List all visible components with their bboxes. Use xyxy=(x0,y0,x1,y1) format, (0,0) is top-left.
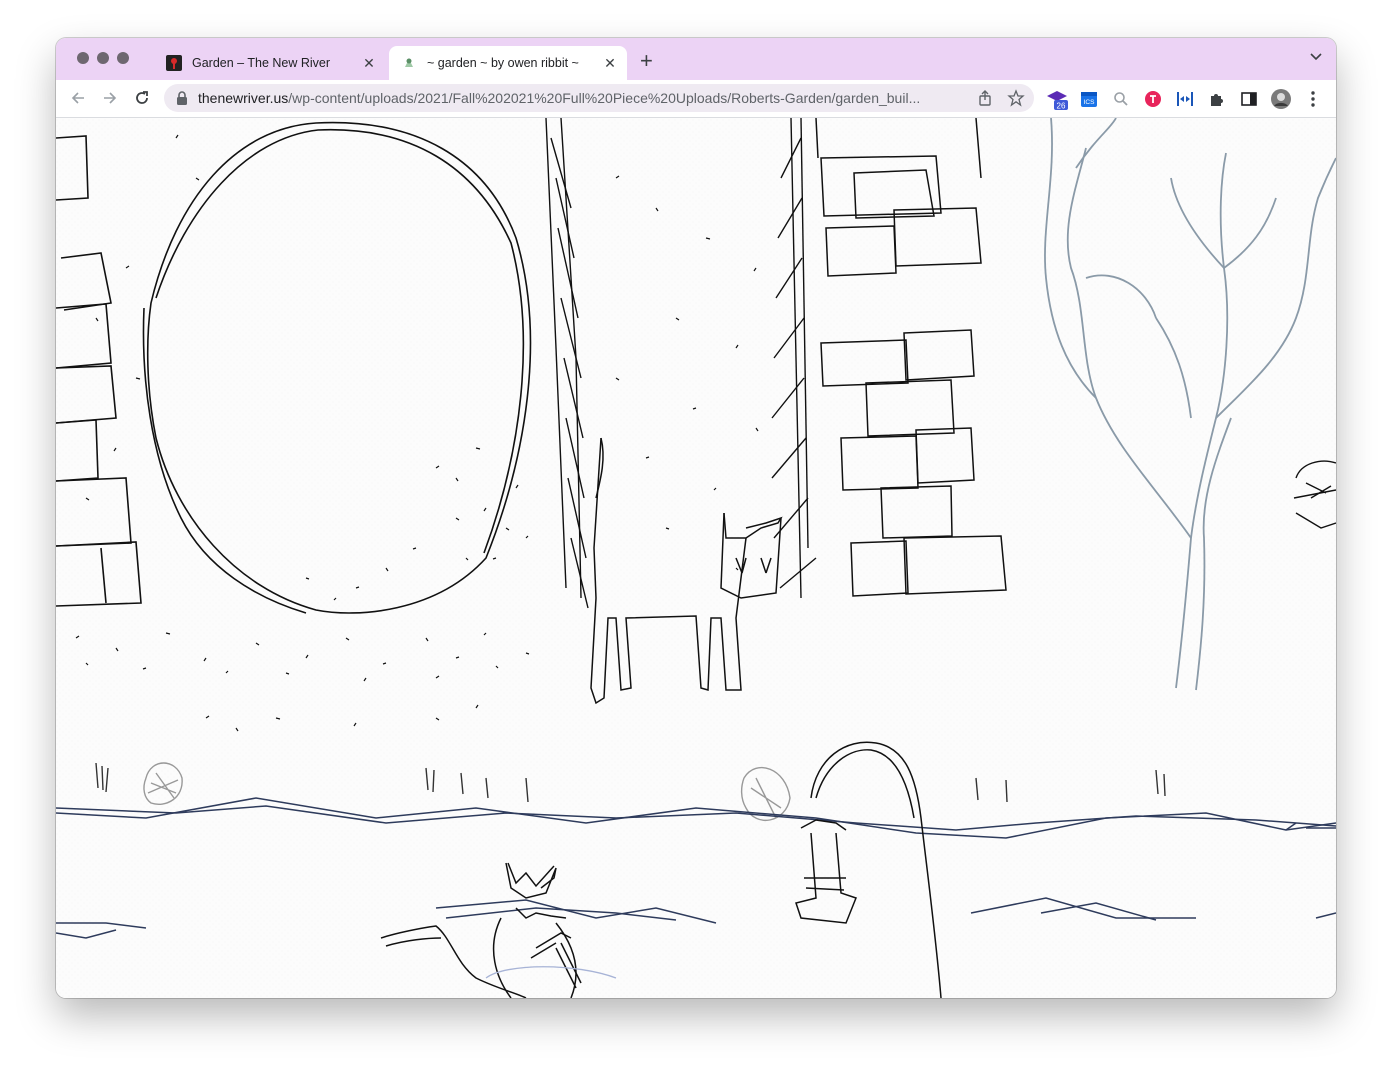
extension-icon xyxy=(1145,91,1161,107)
reload-button[interactable] xyxy=(130,86,154,110)
close-window-button[interactable] xyxy=(77,52,89,64)
extension-badge: 26 xyxy=(1057,102,1066,111)
chevron-down-icon xyxy=(1310,53,1322,61)
tab-garden-new-river[interactable]: Garden – The New River ✕ xyxy=(154,46,386,80)
back-button[interactable] xyxy=(66,86,90,110)
magnifier-icon xyxy=(1114,92,1128,106)
extension-graduation-button[interactable]: 26 xyxy=(1046,88,1068,110)
split-icon xyxy=(1177,92,1193,106)
forward-icon xyxy=(104,92,117,104)
new-river-favicon-icon xyxy=(166,55,182,71)
star-icon[interactable] xyxy=(1007,89,1025,107)
side-panel-button[interactable] xyxy=(1238,88,1260,110)
address-bar[interactable]: thenewriver.us/wp-content/uploads/2021/F… xyxy=(164,84,1034,112)
calendar-ics-label: ICS xyxy=(1084,99,1096,106)
tab-title: Garden – The New River xyxy=(192,56,331,70)
more-menu-button[interactable] xyxy=(1302,88,1324,110)
tab-search-button[interactable] xyxy=(1310,50,1322,64)
tab-bar: Garden – The New River ✕ ~ garden ~ by o… xyxy=(56,38,1336,80)
zoom-window-button[interactable] xyxy=(117,52,129,64)
garden-drawing[interactable] xyxy=(56,118,1336,998)
new-tab-button[interactable]: + xyxy=(640,50,653,72)
minimize-window-button[interactable] xyxy=(97,52,109,64)
toolbar: thenewriver.us/wp-content/uploads/2021/F… xyxy=(56,80,1336,118)
share-icon[interactable] xyxy=(976,89,994,107)
tab-garden-owen-ribbit[interactable]: ~ garden ~ by owen ribbit ~ ✕ xyxy=(389,46,627,80)
graduation-cap-icon: 26 xyxy=(1047,91,1068,111)
close-tab-icon[interactable]: ✕ xyxy=(601,55,619,72)
close-tab-icon[interactable]: ✕ xyxy=(360,55,378,72)
url-domain: thenewriver.us xyxy=(198,90,289,106)
url-text[interactable]: thenewriver.us/wp-content/uploads/2021/F… xyxy=(198,90,968,106)
browser-window: Garden – The New River ✕ ~ garden ~ by o… xyxy=(56,38,1336,998)
avatar xyxy=(1271,89,1291,109)
lock-icon[interactable] xyxy=(176,91,188,105)
puzzle-icon xyxy=(1211,94,1223,106)
extensions-button[interactable] xyxy=(1206,88,1228,110)
paper-background xyxy=(56,118,1336,998)
extension-split-button[interactable] xyxy=(1174,88,1196,110)
extension-calendar-button[interactable]: ICS xyxy=(1078,88,1100,110)
forward-button[interactable] xyxy=(98,86,122,110)
back-icon xyxy=(71,92,84,104)
url-path: /wp-content/uploads/2021/Fall%202021%20F… xyxy=(288,90,921,106)
garden-favicon-icon xyxy=(405,58,413,67)
more-icon xyxy=(1311,91,1315,107)
sidebar-icon xyxy=(1241,92,1257,106)
extension-search-button[interactable] xyxy=(1110,88,1132,110)
reload-icon xyxy=(136,91,148,104)
extension-red-button[interactable] xyxy=(1142,88,1164,110)
garden-canvas[interactable] xyxy=(56,118,1336,998)
calendar-icon: ICS xyxy=(1081,92,1097,107)
tab-title: ~ garden ~ by owen ribbit ~ xyxy=(427,56,579,70)
profile-button[interactable] xyxy=(1270,88,1292,110)
